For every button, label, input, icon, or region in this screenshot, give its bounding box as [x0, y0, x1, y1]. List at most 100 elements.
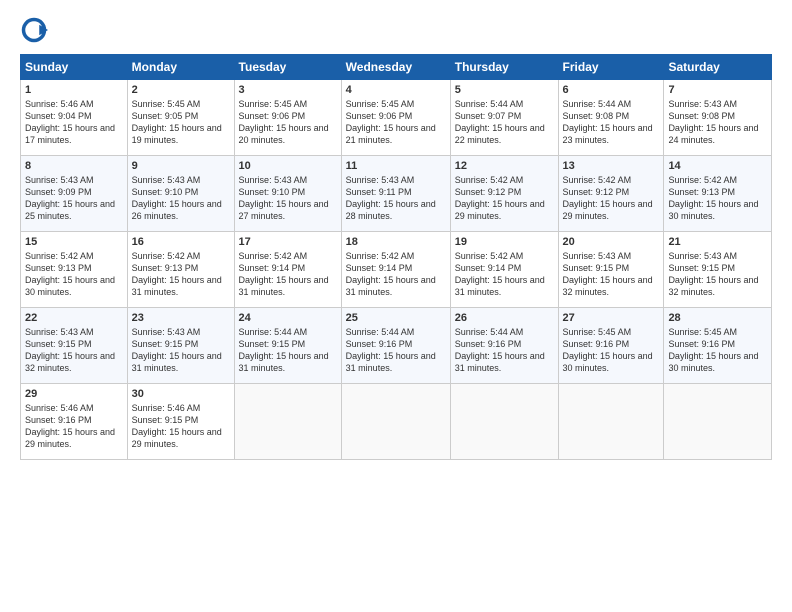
cell-details: Sunrise: 5:44 AM Sunset: 9:15 PM Dayligh… — [239, 326, 337, 375]
calendar-cell: 26 Sunrise: 5:44 AM Sunset: 9:16 PM Dayli… — [450, 308, 558, 384]
cell-details: Sunrise: 5:45 AM Sunset: 9:06 PM Dayligh… — [239, 98, 337, 147]
cell-details: Sunrise: 5:43 AM Sunset: 9:09 PM Dayligh… — [25, 174, 123, 223]
day-number: 28 — [668, 312, 767, 324]
calendar-cell — [234, 384, 341, 460]
day-number: 11 — [346, 160, 446, 172]
calendar-cell: 13 Sunrise: 5:42 AM Sunset: 9:12 PM Dayli… — [558, 156, 664, 232]
cell-details: Sunrise: 5:42 AM Sunset: 9:14 PM Dayligh… — [455, 250, 554, 299]
day-number: 10 — [239, 160, 337, 172]
day-header-friday: Friday — [558, 55, 664, 80]
cell-details: Sunrise: 5:42 AM Sunset: 9:13 PM Dayligh… — [668, 174, 767, 223]
calendar-cell: 2 Sunrise: 5:45 AM Sunset: 9:05 PM Daylig… — [127, 80, 234, 156]
calendar-cell — [341, 384, 450, 460]
cell-details: Sunrise: 5:42 AM Sunset: 9:12 PM Dayligh… — [563, 174, 660, 223]
day-number: 16 — [132, 236, 230, 248]
cell-details: Sunrise: 5:43 AM Sunset: 9:10 PM Dayligh… — [239, 174, 337, 223]
day-number: 14 — [668, 160, 767, 172]
cell-details: Sunrise: 5:43 AM Sunset: 9:08 PM Dayligh… — [668, 98, 767, 147]
cell-details: Sunrise: 5:45 AM Sunset: 9:06 PM Dayligh… — [346, 98, 446, 147]
cell-details: Sunrise: 5:45 AM Sunset: 9:05 PM Dayligh… — [132, 98, 230, 147]
calendar-cell: 16 Sunrise: 5:42 AM Sunset: 9:13 PM Dayli… — [127, 232, 234, 308]
calendar-page: SundayMondayTuesdayWednesdayThursdayFrid… — [0, 0, 792, 612]
calendar-cell: 6 Sunrise: 5:44 AM Sunset: 9:08 PM Daylig… — [558, 80, 664, 156]
cell-details: Sunrise: 5:46 AM Sunset: 9:04 PM Dayligh… — [25, 98, 123, 147]
cell-details: Sunrise: 5:43 AM Sunset: 9:11 PM Dayligh… — [346, 174, 446, 223]
calendar-cell: 22 Sunrise: 5:43 AM Sunset: 9:15 PM Dayli… — [21, 308, 128, 384]
day-number: 23 — [132, 312, 230, 324]
calendar-cell: 29 Sunrise: 5:46 AM Sunset: 9:16 PM Dayli… — [21, 384, 128, 460]
day-number: 13 — [563, 160, 660, 172]
cell-details: Sunrise: 5:44 AM Sunset: 9:16 PM Dayligh… — [455, 326, 554, 375]
cell-details: Sunrise: 5:42 AM Sunset: 9:14 PM Dayligh… — [239, 250, 337, 299]
calendar-cell: 28 Sunrise: 5:45 AM Sunset: 9:16 PM Dayli… — [664, 308, 772, 384]
cell-details: Sunrise: 5:46 AM Sunset: 9:15 PM Dayligh… — [132, 402, 230, 451]
header — [20, 16, 772, 44]
day-number: 25 — [346, 312, 446, 324]
cell-details: Sunrise: 5:43 AM Sunset: 9:10 PM Dayligh… — [132, 174, 230, 223]
calendar-cell: 12 Sunrise: 5:42 AM Sunset: 9:12 PM Dayli… — [450, 156, 558, 232]
calendar-cell: 8Sunrise: 5:43 AM Sunset: 9:09 PM Daylig… — [21, 156, 128, 232]
calendar-cell: 24 Sunrise: 5:44 AM Sunset: 9:15 PM Dayli… — [234, 308, 341, 384]
header-row: SundayMondayTuesdayWednesdayThursdayFrid… — [21, 55, 772, 80]
week-row-4: 22 Sunrise: 5:43 AM Sunset: 9:15 PM Dayli… — [21, 308, 772, 384]
day-number: 21 — [668, 236, 767, 248]
cell-details: Sunrise: 5:44 AM Sunset: 9:08 PM Dayligh… — [563, 98, 660, 147]
day-number: 20 — [563, 236, 660, 248]
calendar-cell: 4 Sunrise: 5:45 AM Sunset: 9:06 PM Daylig… — [341, 80, 450, 156]
day-number: 2 — [132, 84, 230, 96]
logo — [20, 16, 50, 44]
calendar-cell: 21 Sunrise: 5:43 AM Sunset: 9:15 PM Dayli… — [664, 232, 772, 308]
calendar-cell: 3 Sunrise: 5:45 AM Sunset: 9:06 PM Daylig… — [234, 80, 341, 156]
day-number: 5 — [455, 84, 554, 96]
calendar-cell — [450, 384, 558, 460]
calendar-table: SundayMondayTuesdayWednesdayThursdayFrid… — [20, 54, 772, 460]
cell-details: Sunrise: 5:43 AM Sunset: 9:15 PM Dayligh… — [668, 250, 767, 299]
day-number: 19 — [455, 236, 554, 248]
calendar-cell: 9 Sunrise: 5:43 AM Sunset: 9:10 PM Daylig… — [127, 156, 234, 232]
calendar-cell: 14 Sunrise: 5:42 AM Sunset: 9:13 PM Dayli… — [664, 156, 772, 232]
day-number: 26 — [455, 312, 554, 324]
cell-details: Sunrise: 5:44 AM Sunset: 9:07 PM Dayligh… — [455, 98, 554, 147]
day-number: 17 — [239, 236, 337, 248]
cell-details: Sunrise: 5:42 AM Sunset: 9:14 PM Dayligh… — [346, 250, 446, 299]
calendar-cell: 27 Sunrise: 5:45 AM Sunset: 9:16 PM Dayli… — [558, 308, 664, 384]
cell-details: Sunrise: 5:45 AM Sunset: 9:16 PM Dayligh… — [668, 326, 767, 375]
calendar-cell: 19 Sunrise: 5:42 AM Sunset: 9:14 PM Dayli… — [450, 232, 558, 308]
day-header-tuesday: Tuesday — [234, 55, 341, 80]
cell-details: Sunrise: 5:44 AM Sunset: 9:16 PM Dayligh… — [346, 326, 446, 375]
calendar-cell — [558, 384, 664, 460]
calendar-cell: 1 Sunrise: 5:46 AM Sunset: 9:04 PM Daylig… — [21, 80, 128, 156]
day-number: 9 — [132, 160, 230, 172]
day-number: 1 — [25, 84, 123, 96]
day-number: 12 — [455, 160, 554, 172]
calendar-cell: 7 Sunrise: 5:43 AM Sunset: 9:08 PM Daylig… — [664, 80, 772, 156]
calendar-cell: 11 Sunrise: 5:43 AM Sunset: 9:11 PM Dayli… — [341, 156, 450, 232]
day-number: 27 — [563, 312, 660, 324]
calendar-cell: 15Sunrise: 5:42 AM Sunset: 9:13 PM Dayli… — [21, 232, 128, 308]
week-row-1: 1 Sunrise: 5:46 AM Sunset: 9:04 PM Daylig… — [21, 80, 772, 156]
day-number: 18 — [346, 236, 446, 248]
day-number: 4 — [346, 84, 446, 96]
day-number: 30 — [132, 388, 230, 400]
calendar-cell: 18 Sunrise: 5:42 AM Sunset: 9:14 PM Dayli… — [341, 232, 450, 308]
cell-details: Sunrise: 5:42 AM Sunset: 9:12 PM Dayligh… — [455, 174, 554, 223]
day-header-thursday: Thursday — [450, 55, 558, 80]
day-number: 7 — [668, 84, 767, 96]
calendar-cell: 23Sunrise: 5:43 AM Sunset: 9:15 PM Dayli… — [127, 308, 234, 384]
cell-details: Sunrise: 5:46 AM Sunset: 9:16 PM Dayligh… — [25, 402, 123, 451]
day-number: 29 — [25, 388, 123, 400]
day-number: 6 — [563, 84, 660, 96]
day-number: 22 — [25, 312, 123, 324]
day-header-saturday: Saturday — [664, 55, 772, 80]
calendar-cell: 20Sunrise: 5:43 AM Sunset: 9:15 PM Dayli… — [558, 232, 664, 308]
cell-details: Sunrise: 5:43 AM Sunset: 9:15 PM Dayligh… — [25, 326, 123, 375]
calendar-cell: 25 Sunrise: 5:44 AM Sunset: 9:16 PM Dayli… — [341, 308, 450, 384]
week-row-2: 8Sunrise: 5:43 AM Sunset: 9:09 PM Daylig… — [21, 156, 772, 232]
cell-details: Sunrise: 5:42 AM Sunset: 9:13 PM Dayligh… — [132, 250, 230, 299]
cell-details: Sunrise: 5:42 AM Sunset: 9:13 PM Dayligh… — [25, 250, 123, 299]
day-number: 3 — [239, 84, 337, 96]
week-row-3: 15Sunrise: 5:42 AM Sunset: 9:13 PM Dayli… — [21, 232, 772, 308]
day-number: 24 — [239, 312, 337, 324]
day-header-monday: Monday — [127, 55, 234, 80]
cell-details: Sunrise: 5:45 AM Sunset: 9:16 PM Dayligh… — [563, 326, 660, 375]
